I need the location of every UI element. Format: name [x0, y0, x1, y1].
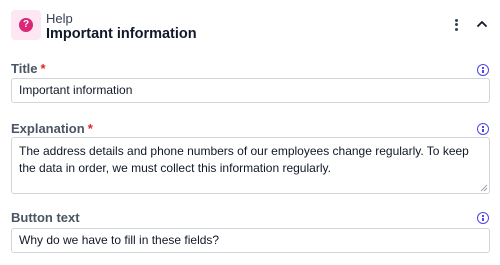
- block-type-label: Help: [46, 11, 73, 26]
- kebab-menu-icon[interactable]: [450, 17, 462, 35]
- button-text-field-label: Button text: [11, 210, 80, 225]
- block-title: Important information: [46, 26, 197, 42]
- resize-handle-icon[interactable]: [480, 184, 488, 192]
- block-header: ? Help Important information: [0, 0, 500, 50]
- question-icon: ?: [19, 18, 33, 32]
- title-info-icon[interactable]: [477, 64, 489, 76]
- required-marker: *: [87, 121, 93, 136]
- button-text-input[interactable]: Why do we have to fill in these fields?: [11, 228, 490, 253]
- title-field-label: Title *: [11, 61, 46, 76]
- help-icon-container: ?: [11, 10, 41, 40]
- explanation-textarea[interactable]: The address details and phone numbers of…: [11, 137, 490, 194]
- required-marker: *: [40, 61, 46, 76]
- explanation-info-icon[interactable]: [477, 123, 489, 135]
- button-text-info-icon[interactable]: [477, 212, 489, 224]
- explanation-field-label: Explanation *: [11, 121, 93, 136]
- title-input[interactable]: Important information: [11, 78, 490, 103]
- chevron-up-icon[interactable]: [474, 16, 490, 32]
